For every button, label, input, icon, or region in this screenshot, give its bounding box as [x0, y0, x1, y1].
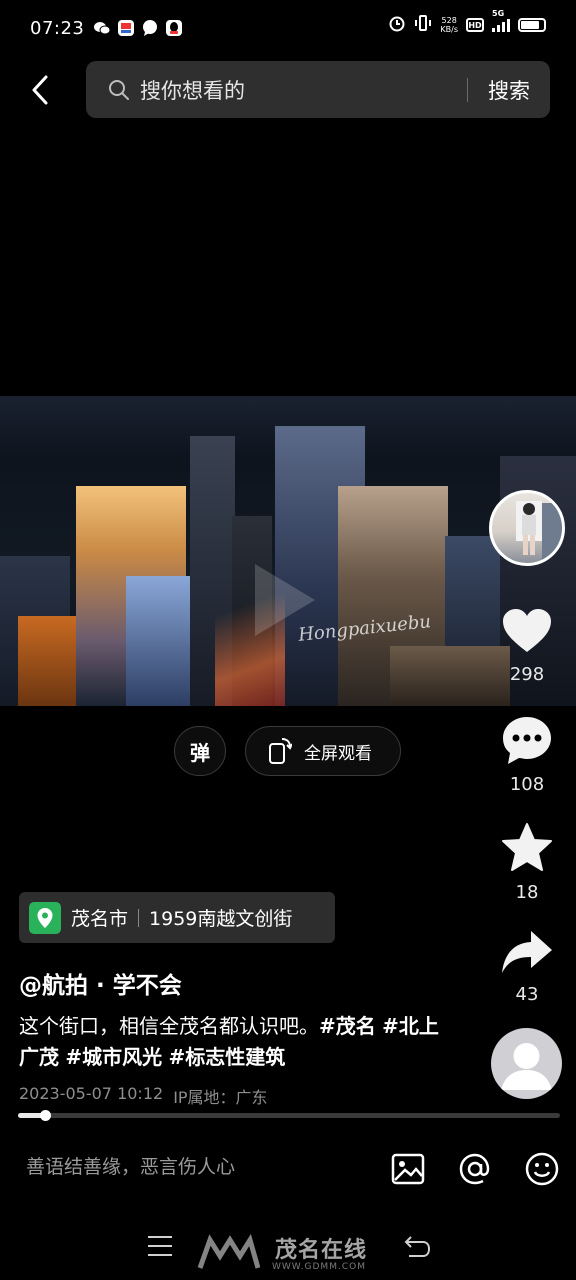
app-notification-icon: [118, 20, 135, 36]
message-icon: [142, 20, 158, 36]
system-status-icons: 528 KB/s HD 5G: [388, 9, 546, 36]
image-button[interactable]: [389, 1150, 427, 1188]
location-city: 茂名市: [71, 908, 129, 930]
favorite-action[interactable]: 18: [492, 822, 562, 903]
emoji-button[interactable]: [523, 1150, 561, 1188]
fullscreen-button[interactable]: 全屏观看: [245, 726, 401, 776]
qq-icon: [166, 20, 183, 36]
video-progress-bar[interactable]: [18, 1110, 560, 1121]
net-speed-value: 528: [441, 16, 457, 25]
back-button[interactable]: [24, 70, 56, 110]
back-nav-icon[interactable]: [403, 1234, 431, 1258]
site-logo-icon: [197, 1234, 260, 1269]
rotate-phone-icon: [269, 738, 292, 764]
star-icon: [502, 823, 552, 871]
search-divider: [467, 77, 468, 102]
emoji-icon: [525, 1152, 559, 1186]
hd-badge: HD: [466, 18, 484, 32]
ip-location: IP属地：广东: [173, 1088, 268, 1107]
system-nav-bar: 茂名在线 WWW.GDMM.COM: [0, 1220, 576, 1280]
favorite-count: 18: [515, 882, 539, 903]
comment-action[interactable]: 108: [492, 714, 562, 795]
recent-apps-button[interactable]: [148, 1236, 172, 1256]
danmaku-toggle-button[interactable]: 弹: [174, 726, 226, 776]
vibrate-icon: [414, 14, 432, 36]
heart-icon: [503, 609, 551, 652]
notification-icons: [94, 20, 183, 36]
share-action[interactable]: 43: [492, 928, 562, 1005]
share-arrow-icon: [502, 931, 552, 973]
post-caption: 这个街口，相信全茂名都认识吧。#茂名 #北上广茂 #城市风光 #标志性建筑: [19, 1011, 439, 1073]
search-button[interactable]: 搜索: [488, 75, 530, 105]
hashtag[interactable]: #茂名: [319, 1014, 376, 1038]
post-date: 2023-05-07 10:12: [19, 1084, 164, 1103]
network-type: 5G: [492, 9, 505, 18]
site-url: WWW.GDMM.COM: [272, 1262, 366, 1272]
location-divider: [138, 908, 140, 927]
chevron-left-icon: [32, 75, 48, 105]
search-input[interactable]: 搜你想看的: [140, 75, 467, 105]
comment-count: 108: [509, 774, 545, 795]
fullscreen-label: 全屏观看: [304, 743, 372, 764]
progress-knob[interactable]: [40, 1110, 52, 1121]
cellular-signal: 5G: [492, 9, 510, 32]
at-sign-icon: [459, 1153, 490, 1185]
author-name[interactable]: @航拍 · 学不会: [19, 966, 182, 1000]
net-speed: 528 KB/s: [440, 16, 458, 34]
signal-bars-icon: [492, 18, 510, 32]
wechat-icon: [94, 20, 111, 36]
battery-icon: [518, 18, 546, 32]
user-avatar[interactable]: [491, 1028, 562, 1099]
search-box[interactable]: 搜你想看的 搜索: [86, 61, 550, 118]
status-bar: 07:23 528 KB/s HD 5G: [0, 0, 576, 56]
location-pin-icon: [29, 901, 61, 934]
author-avatar[interactable]: [489, 490, 565, 566]
post-meta: 2023-05-07 10:12 IP属地：广东: [19, 1084, 268, 1108]
status-time: 07:23: [30, 17, 85, 39]
danmaku-label: 弹: [190, 740, 210, 765]
comment-bubble-icon: [503, 717, 551, 764]
comment-input[interactable]: 善语结善缘，恶言伤人心: [26, 1152, 235, 1179]
share-count: 43: [515, 984, 539, 1005]
alarm-icon: [388, 14, 406, 36]
mention-button[interactable]: [456, 1150, 494, 1188]
home-button[interactable]: 茂名在线: [275, 1232, 367, 1264]
image-icon: [391, 1153, 425, 1185]
hashtag[interactable]: #标志性建筑: [168, 1045, 285, 1069]
net-speed-unit: KB/s: [440, 25, 458, 34]
search-icon: [109, 79, 129, 100]
like-action[interactable]: 298: [492, 606, 562, 685]
caption-text: 这个街口，相信全茂名都认识吧。: [19, 1014, 319, 1038]
hashtag[interactable]: #城市风光: [65, 1045, 162, 1069]
location-chip[interactable]: 茂名市 1959南越文创街: [19, 892, 335, 943]
like-count: 298: [509, 664, 545, 685]
video-player[interactable]: Hongpaixuebu: [0, 396, 576, 706]
location-place: 1959南越文创街: [149, 908, 293, 930]
author-avatar-image: [516, 501, 562, 563]
city-night-scene: [0, 396, 576, 706]
default-avatar-icon: [501, 1043, 552, 1090]
